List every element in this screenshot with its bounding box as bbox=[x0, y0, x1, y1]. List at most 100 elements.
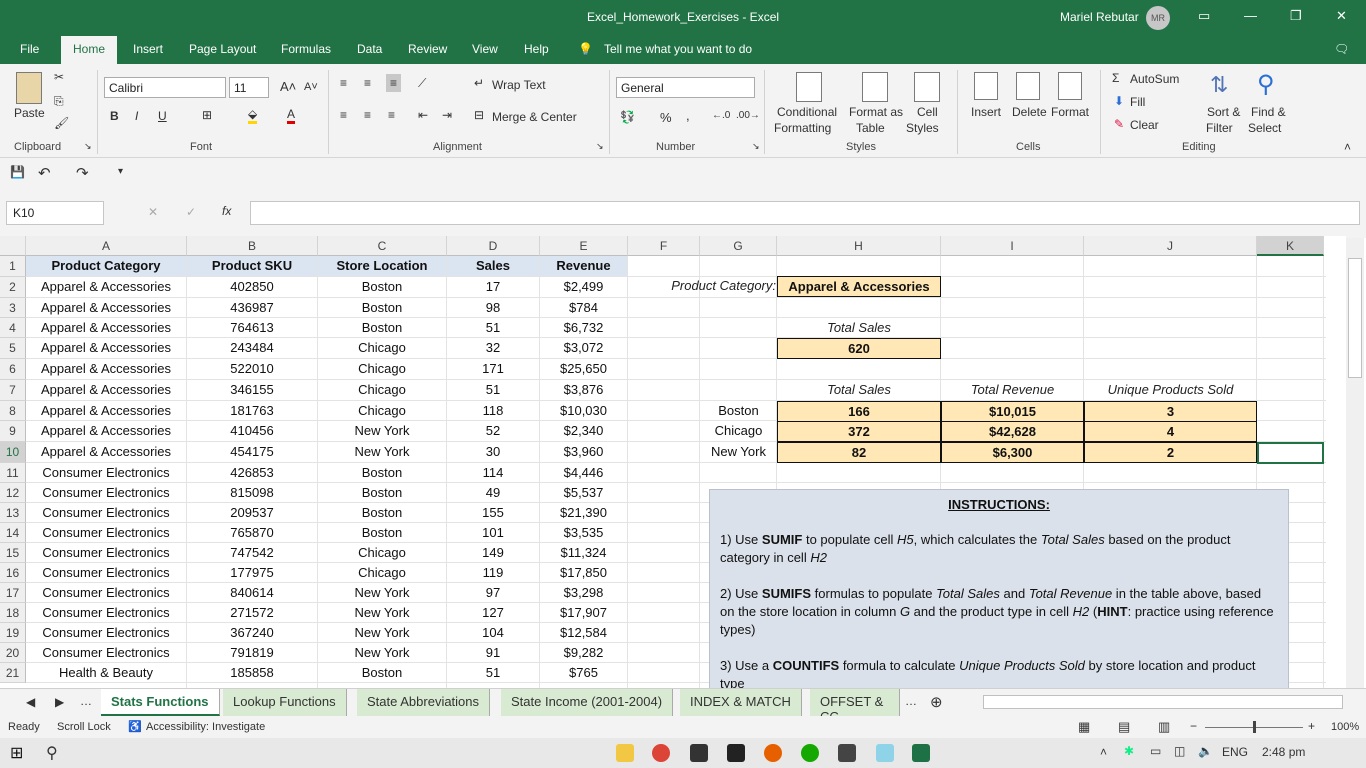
row-header[interactable]: 11 bbox=[0, 463, 26, 483]
store-unique-cell[interactable]: 2 bbox=[1084, 442, 1257, 463]
next-sheet-icon[interactable]: ▶ bbox=[55, 695, 64, 709]
table-cell[interactable]: Apparel & Accessories bbox=[26, 298, 186, 317]
table-cell[interactable]: 51 bbox=[447, 663, 539, 682]
table-cell[interactable]: $11,324 bbox=[540, 543, 627, 562]
table-cell[interactable]: 32 bbox=[447, 338, 539, 358]
table-cell[interactable]: $2,499 bbox=[540, 277, 627, 297]
total-sales-cell-h5[interactable]: 620 bbox=[777, 338, 941, 359]
format-as-table-label[interactable]: Table bbox=[856, 121, 885, 135]
table-cell[interactable]: 49 bbox=[447, 483, 539, 502]
column-header[interactable]: H bbox=[777, 236, 941, 256]
store-label[interactable]: Chicago bbox=[700, 421, 777, 441]
insert-cells-icon[interactable] bbox=[974, 72, 998, 100]
clipboard-launcher-icon[interactable]: ↘ bbox=[84, 141, 92, 152]
comma-style-icon[interactable]: , bbox=[686, 108, 690, 123]
sheet-tab-lookup-functions[interactable]: Lookup Functions bbox=[223, 689, 347, 716]
table-cell[interactable]: Health & Beauty bbox=[26, 663, 186, 682]
merge-center-button[interactable]: Merge & Center bbox=[492, 110, 577, 124]
orientation-icon[interactable]: ⟋ bbox=[418, 76, 426, 91]
row-header[interactable]: 2 bbox=[0, 277, 26, 298]
table-cell[interactable]: 91 bbox=[447, 643, 539, 662]
number-format-select[interactable]: General bbox=[616, 77, 755, 98]
table-cell[interactable]: 119 bbox=[447, 563, 539, 582]
table-header-cell[interactable]: Product Category bbox=[26, 256, 186, 276]
notepad-icon[interactable] bbox=[876, 744, 894, 762]
table-cell[interactable]: Boston bbox=[318, 463, 446, 482]
windows-start-icon[interactable]: ⊞ bbox=[10, 743, 23, 763]
language-indicator[interactable]: ENG bbox=[1222, 745, 1248, 759]
table-cell[interactable]: 815098 bbox=[187, 483, 317, 502]
horizontal-scrollbar[interactable] bbox=[983, 695, 1343, 709]
percent-icon[interactable]: % bbox=[660, 110, 672, 125]
vertical-scrollbar[interactable] bbox=[1346, 238, 1364, 688]
table-cell[interactable]: Consumer Electronics bbox=[26, 603, 186, 622]
close-icon[interactable]: ✕ bbox=[1336, 8, 1347, 24]
ribbon-display-icon[interactable]: ▭ bbox=[1198, 8, 1210, 24]
table-cell[interactable]: 101 bbox=[447, 523, 539, 542]
row-header[interactable]: 7 bbox=[0, 380, 26, 401]
table-cell[interactable]: Consumer Electronics bbox=[26, 483, 186, 502]
cut-icon[interactable]: ✂ bbox=[54, 70, 64, 84]
wrap-text-icon[interactable]: ↵ bbox=[474, 76, 484, 90]
table-cell[interactable]: Chicago bbox=[318, 563, 446, 582]
column-header[interactable]: B bbox=[187, 236, 318, 256]
selected-cell-k10[interactable] bbox=[1257, 442, 1324, 464]
comments-icon[interactable]: 🗨 bbox=[1334, 42, 1349, 56]
file-explorer-icon[interactable] bbox=[616, 744, 634, 762]
row-header[interactable]: 5 bbox=[0, 338, 26, 359]
row-header[interactable]: 13 bbox=[0, 503, 26, 523]
table-cell[interactable]: 346155 bbox=[187, 380, 317, 400]
clear-icon[interactable]: ✎ bbox=[1114, 117, 1124, 131]
table-cell[interactable]: New York bbox=[318, 603, 446, 622]
table-cell[interactable]: $9,282 bbox=[540, 643, 627, 662]
tab-formulas[interactable]: Formulas bbox=[281, 42, 331, 56]
table-header-cell[interactable]: Sales bbox=[447, 256, 539, 276]
table-cell[interactable]: 97 bbox=[447, 583, 539, 602]
table-cell[interactable]: Chicago bbox=[318, 401, 446, 420]
table-cell[interactable]: Apparel & Accessories bbox=[26, 277, 186, 297]
table-cell[interactable]: 522010 bbox=[187, 359, 317, 379]
prev-sheet-icon[interactable]: ◀ bbox=[26, 695, 35, 709]
row-header[interactable]: 12 bbox=[0, 483, 26, 503]
decrease-font-icon[interactable]: A˅ bbox=[304, 81, 318, 93]
decrease-indent-icon[interactable]: ⇤ bbox=[418, 108, 428, 122]
table-header-cell[interactable]: Product SKU bbox=[187, 256, 317, 276]
table-cell[interactable]: Consumer Electronics bbox=[26, 463, 186, 482]
column-header[interactable]: F bbox=[628, 236, 700, 256]
table-cell[interactable]: 454175 bbox=[187, 442, 317, 462]
table-cell[interactable]: 118 bbox=[447, 401, 539, 420]
table-cell[interactable]: Apparel & Accessories bbox=[26, 318, 186, 337]
chrome-icon[interactable] bbox=[652, 744, 670, 762]
name-box[interactable]: K10 bbox=[6, 201, 104, 225]
align-center-icon[interactable]: ≡ bbox=[364, 108, 371, 122]
table-cell[interactable]: 98 bbox=[447, 298, 539, 317]
increase-decimal-icon[interactable]: ←.0 bbox=[712, 110, 730, 121]
volume-icon[interactable]: 🔈 bbox=[1198, 744, 1213, 758]
page-layout-view-icon[interactable]: ▤ bbox=[1118, 719, 1130, 735]
network-icon[interactable]: ◫ bbox=[1174, 744, 1185, 758]
row-header[interactable]: 1 bbox=[0, 256, 26, 277]
table-cell[interactable]: Boston bbox=[318, 277, 446, 297]
table-cell[interactable]: 30 bbox=[447, 442, 539, 462]
table-cell[interactable]: 185858 bbox=[187, 663, 317, 682]
accounting-format-icon[interactable]: 💱 bbox=[620, 110, 635, 124]
row-header[interactable]: 20 bbox=[0, 643, 26, 663]
tab-home[interactable]: Home bbox=[61, 36, 118, 64]
conditional-formatting-label[interactable]: Formatting bbox=[774, 121, 831, 135]
select-all-corner[interactable] bbox=[0, 236, 26, 256]
table-cell[interactable]: Consumer Electronics bbox=[26, 503, 186, 522]
column-header[interactable]: I bbox=[941, 236, 1084, 256]
tab-page-layout[interactable]: Page Layout bbox=[189, 42, 256, 56]
table-cell[interactable]: New York bbox=[318, 442, 446, 462]
cancel-icon[interactable]: ✕ bbox=[148, 205, 158, 219]
format-cells-icon[interactable] bbox=[1058, 72, 1082, 100]
table-cell[interactable]: $3,535 bbox=[540, 523, 627, 542]
table-cell[interactable]: $3,072 bbox=[540, 338, 627, 358]
alignment-launcher-icon[interactable]: ↘ bbox=[596, 141, 604, 152]
tab-view[interactable]: View bbox=[472, 42, 498, 56]
tab-data[interactable]: Data bbox=[357, 42, 382, 56]
store-sales-cell[interactable]: 166 bbox=[777, 401, 941, 422]
table-cell[interactable]: 426853 bbox=[187, 463, 317, 482]
avatar[interactable]: MR bbox=[1146, 6, 1170, 30]
battery-icon[interactable]: ▭ bbox=[1150, 744, 1161, 758]
